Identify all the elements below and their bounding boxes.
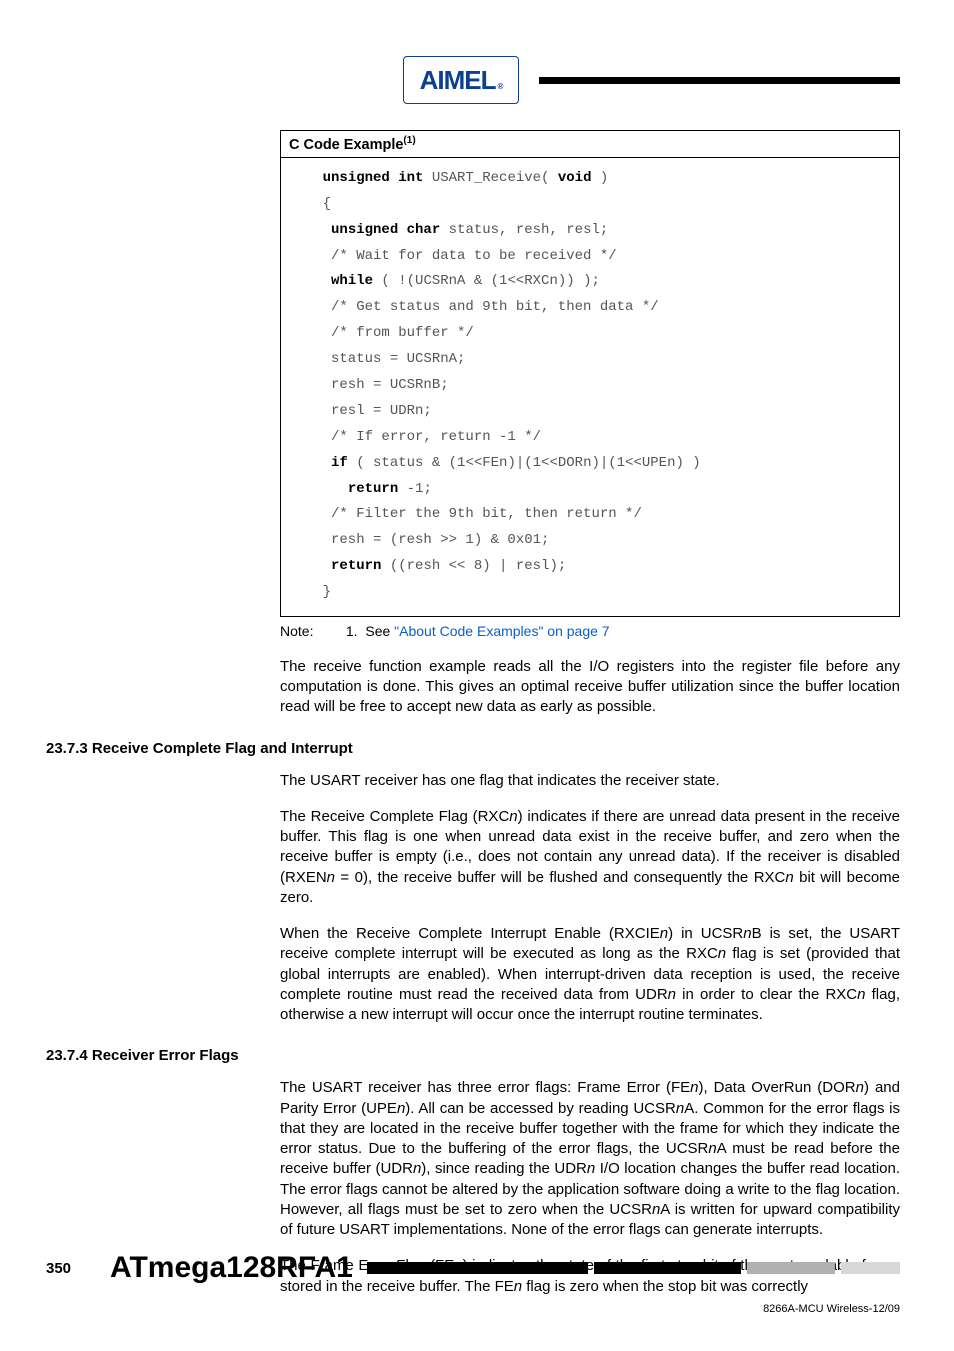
section1-p2: The Receive Complete Flag (RXCn) indicat… (280, 807, 900, 908)
header-rule (539, 77, 900, 84)
section-heading-2373: 23.7.3 Receive Complete Flag and Interru… (46, 740, 900, 757)
logo-registered: ® (497, 82, 502, 91)
header-row: AIMEL ® (0, 56, 954, 104)
code-example-title: C Code Example(1) (281, 131, 899, 158)
page-footer: 350 ATmega128RFA1 8266A-MCU Wireless-12/… (46, 1251, 900, 1315)
code-example-box: C Code Example(1) unsigned int USART_Rec… (280, 130, 900, 617)
product-name: ATmega128RFA1 (110, 1251, 353, 1285)
code-title-sup: (1) (403, 135, 415, 146)
section2-p1: The USART receiver has three error flags… (280, 1078, 900, 1240)
page-number: 350 (46, 1260, 110, 1277)
doc-code: 8266A-MCU Wireless-12/09 (46, 1303, 900, 1315)
note-row: Note: 1. See "About Code Examples" on pa… (280, 623, 900, 639)
code-body: unsigned int USART_Receive( void ) { uns… (281, 158, 899, 616)
code-title-text: C Code Example (289, 137, 403, 153)
note-link[interactable]: "About Code Examples" on page 7 (394, 623, 609, 639)
note-number: 1. (346, 623, 358, 639)
note-label: Note: (280, 623, 342, 639)
footer-bar (367, 1262, 900, 1274)
section-heading-2374: 23.7.4 Receiver Error Flags (46, 1047, 900, 1064)
section1-p3: When the Receive Complete Interrupt Enab… (280, 924, 900, 1025)
brand-logo: AIMEL ® (403, 56, 519, 104)
note-pretext: See (365, 623, 394, 639)
logo-text: AIMEL (420, 65, 496, 96)
paragraph-intro: The receive function example reads all t… (280, 657, 900, 718)
section1-p1: The USART receiver has one flag that ind… (280, 771, 900, 791)
